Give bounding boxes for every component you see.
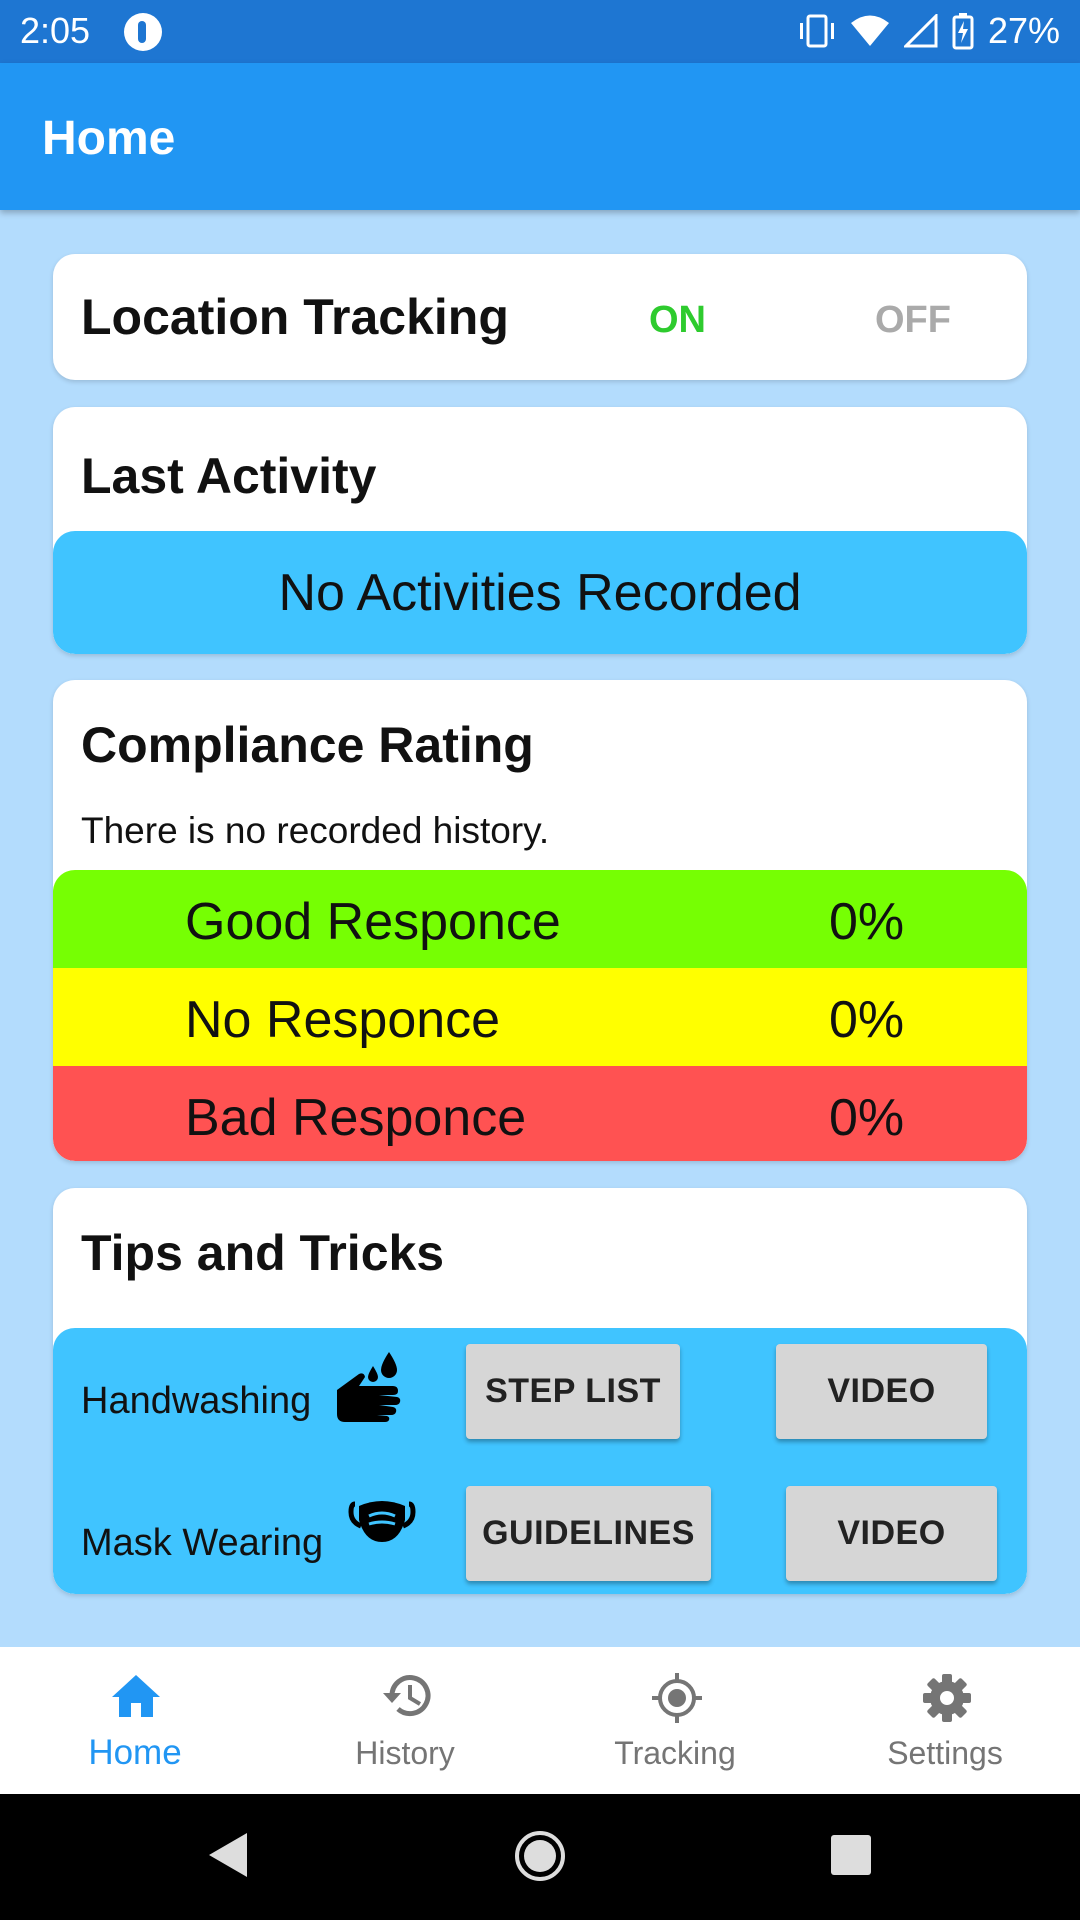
status-time: 2:05 (20, 10, 91, 51)
rating-row-bad: Bad Responce 0% (53, 1066, 1027, 1161)
nav-history[interactable]: History (270, 1647, 540, 1794)
handwashing-video-button[interactable]: VIDEO (776, 1344, 987, 1439)
nav-tracking[interactable]: Tracking (540, 1647, 810, 1794)
compliance-rating-card: Compliance Rating There is no recorded h… (53, 680, 1027, 1161)
status-bar: 2:05 27% (0, 0, 1080, 63)
rating-label: Bad Responce (185, 1089, 527, 1147)
compliance-note: There is no recorded history. (81, 810, 550, 851)
tracking-on-toggle[interactable]: ON (649, 299, 706, 342)
last-activity-message: No Activities Recorded (53, 531, 1027, 654)
location-tracking-card: Location Tracking ON OFF (53, 254, 1027, 380)
home-icon (112, 1675, 160, 1717)
cell-signal-icon (903, 14, 938, 48)
rating-value: 0% (829, 893, 905, 951)
mask-guidelines-button[interactable]: GUIDELINES (466, 1486, 711, 1581)
battery-charging-icon (952, 13, 974, 50)
status-icons: 27% (798, 10, 1060, 52)
recents-icon[interactable] (830, 1834, 872, 1876)
nav-home-label: Home (88, 1733, 182, 1772)
tips-card: Tips and Tricks Handwashing STEP LIST VI… (53, 1188, 1027, 1594)
last-activity-title: Last Activity (81, 448, 377, 504)
rating-row-good: Good Responce 0% (53, 870, 1027, 968)
handwashing-step-list-button[interactable]: STEP LIST (466, 1344, 680, 1439)
tips-panel: Handwashing STEP LIST VIDEO Mask Wearing… (53, 1328, 1027, 1594)
page-title: Home (42, 112, 176, 165)
mask-video-button[interactable]: VIDEO (786, 1486, 997, 1581)
bottom-navigation: Home History Tracking Settings (0, 1647, 1080, 1794)
rating-row-none: No Responce 0% (53, 968, 1027, 1066)
handwashing-icon (337, 1352, 401, 1422)
gear-icon (923, 1674, 971, 1722)
tips-title: Tips and Tricks (81, 1225, 445, 1281)
battery-percent: 27% (987, 10, 1060, 51)
rating-label: No Responce (185, 991, 501, 1049)
location-tracking-title: Location Tracking (81, 289, 509, 345)
nav-settings-label: Settings (887, 1735, 1003, 1771)
wifi-icon (850, 15, 889, 46)
back-icon[interactable] (205, 1830, 251, 1880)
nav-history-label: History (355, 1735, 455, 1771)
history-icon (383, 1675, 431, 1717)
last-activity-card: Last Activity No Activities Recorded (53, 407, 1027, 654)
rating-value: 0% (829, 1089, 905, 1147)
tracking-icon (652, 1673, 702, 1723)
notification-app-icon (124, 13, 162, 51)
rating-label: Good Responce (185, 893, 561, 951)
nav-home[interactable]: Home (0, 1647, 270, 1794)
rating-value: 0% (829, 991, 905, 1049)
app-bar: Home (0, 63, 1080, 210)
nav-settings[interactable]: Settings (810, 1647, 1080, 1794)
nav-tracking-label: Tracking (614, 1735, 736, 1771)
mask-wearing-label: Mask Wearing (81, 1522, 324, 1564)
vibrate-icon (799, 14, 834, 48)
system-navigation-bar (0, 1794, 1080, 1920)
handwashing-label: Handwashing (81, 1380, 312, 1422)
compliance-rating-title: Compliance Rating (81, 717, 534, 773)
mask-icon (348, 1501, 416, 1542)
home-circle-icon[interactable] (514, 1830, 566, 1882)
tracking-off-toggle[interactable]: OFF (875, 299, 951, 342)
